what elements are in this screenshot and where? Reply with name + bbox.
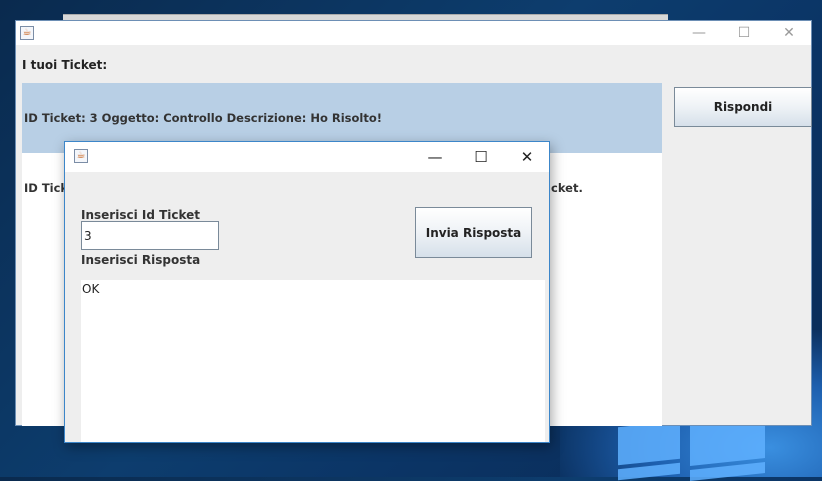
- java-app-icon: ☕: [20, 26, 34, 40]
- windows-logo-pane: [618, 420, 680, 466]
- dialog-titlebar[interactable]: ☕ — ☐ ✕: [65, 142, 549, 172]
- ticket-row-text-tail: cket.: [551, 181, 583, 195]
- java-app-icon: ☕: [74, 149, 88, 163]
- reply-dialog: ☕ — ☐ ✕ Inserisci Id Ticket Inserisci Ri…: [64, 141, 550, 443]
- close-icon[interactable]: ✕: [504, 142, 550, 172]
- maximize-icon[interactable]: ☐: [458, 142, 504, 172]
- ticket-id-input[interactable]: [81, 221, 219, 250]
- reply-label: Inserisci Risposta: [81, 253, 201, 267]
- reply-textarea[interactable]: OK: [81, 280, 545, 442]
- main-titlebar[interactable]: ☕ — ☐ ✕: [16, 21, 811, 45]
- minimize-icon[interactable]: —: [676, 21, 722, 45]
- ticket-id-label: Inserisci Id Ticket: [81, 208, 201, 222]
- tickets-header: I tuoi Ticket:: [22, 58, 108, 72]
- minimize-icon[interactable]: —: [412, 142, 458, 172]
- close-icon[interactable]: ✕: [766, 21, 812, 45]
- rispondi-button[interactable]: Rispondi: [674, 87, 812, 127]
- invia-risposta-button[interactable]: Invia Risposta: [415, 207, 532, 258]
- maximize-icon[interactable]: ☐: [721, 21, 767, 45]
